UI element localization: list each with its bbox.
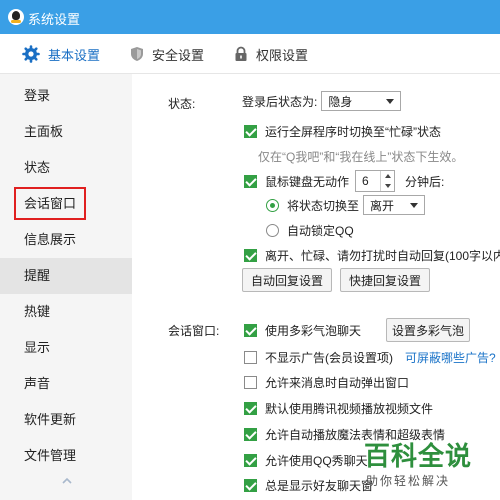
auto-reply-settings-button[interactable]: 自动回复设置 [242, 268, 332, 292]
sidebar-item-software-update[interactable]: 软件更新 [0, 402, 132, 438]
sidebar-item-label: 信息展示 [24, 232, 77, 247]
tab-permission-settings[interactable]: 权限设置 [234, 34, 308, 74]
sidebar-item-main-panel[interactable]: 主面板 [0, 114, 132, 150]
always-show-chat-row[interactable]: 总是显示好友聊天窗 [244, 477, 373, 494]
switch-status-row: 将状态切换至 离开 [266, 195, 426, 215]
hide-ads-row[interactable]: 不显示广告(会员设置项) 可屏蔽哪些广告? [244, 349, 496, 366]
sidebar-item-label: 会话窗口 [14, 187, 87, 220]
tab-security-settings[interactable]: 安全设置 [130, 34, 204, 74]
after-login-status-select[interactable]: 隐身 [321, 91, 402, 111]
auto-lock-radio[interactable] [266, 224, 279, 237]
qq-logo-icon [8, 9, 24, 25]
idle-row: 鼠标键盘无动作 6 分钟后: [244, 170, 444, 192]
title-bar: 系统设置 [0, 0, 500, 34]
always-show-chat-checkbox[interactable] [244, 479, 257, 492]
watermark: 百科全说 助你轻松解决 [362, 436, 492, 492]
sidebar-item-label: 主面板 [24, 124, 64, 139]
sidebar-item-sound[interactable]: 声音 [0, 366, 132, 402]
after-login-status-value: 隐身 [328, 94, 353, 109]
sidebar-item-display[interactable]: 显示 [0, 330, 132, 366]
sidebar-item-label: 登录 [24, 88, 51, 103]
auto-lock-label: 自动锁定QQ [287, 224, 354, 238]
settings-sidebar: 登录 主面板 状态 会话窗口 信息展示 提醒 热键 显示 声音 软件更新 文件管… [0, 74, 132, 500]
qq-show-row[interactable]: 允许使用QQ秀聊天 [244, 452, 368, 469]
auto-reply-checkbox[interactable] [244, 249, 257, 262]
sidebar-item-status[interactable]: 状态 [0, 150, 132, 186]
sidebar-item-label: 状态 [24, 160, 51, 175]
lock-icon [234, 46, 248, 62]
auto-reply-row[interactable]: 离开、忙碌、请勿打扰时自动回复(100字以内 [244, 247, 500, 264]
tencent-video-label: 默认使用腾讯视频播放视频文件 [265, 402, 434, 416]
auto-reply-label: 离开、忙碌、请勿打扰时自动回复(100字以内 [265, 249, 500, 263]
colorful-bubble-label: 使用多彩气泡聊天 [265, 324, 362, 338]
tencent-video-row[interactable]: 默认使用腾讯视频播放视频文件 [244, 400, 433, 417]
gear-icon [22, 45, 40, 63]
magic-emoji-checkbox[interactable] [244, 428, 257, 441]
ad-block-link[interactable]: 可屏蔽哪些广告? [405, 349, 496, 366]
fullscreen-busy-row[interactable]: 运行全屏程序时切换至“忙碌”状态 [244, 123, 441, 140]
sidebar-item-login[interactable]: 登录 [0, 78, 132, 114]
chevron-down-icon [386, 98, 395, 104]
hide-ads-checkbox[interactable] [244, 351, 257, 364]
sidebar-item-label: 热键 [24, 304, 51, 319]
sidebar-item-label: 软件更新 [24, 412, 77, 427]
sidebar-item-label: 提醒 [24, 268, 51, 283]
tab-bar: 基本设置 安全设置 权限设置 [0, 34, 500, 74]
idle-label: 鼠标键盘无动作 [265, 174, 350, 189]
always-show-chat-label: 总是显示好友聊天窗 [265, 479, 374, 493]
qq-show-checkbox[interactable] [244, 454, 257, 467]
tab-basic-label: 基本设置 [48, 47, 101, 63]
quick-reply-settings-button[interactable]: 快捷回复设置 [340, 268, 430, 292]
auto-popup-checkbox[interactable] [244, 376, 257, 389]
sidebar-item-chat-window[interactable]: 会话窗口 [0, 186, 132, 222]
hide-ads-label: 不显示广告(会员设置项) [265, 351, 393, 365]
fullscreen-busy-label: 运行全屏程序时切换至“忙碌”状态 [265, 125, 441, 139]
tab-permission-label: 权限设置 [256, 47, 309, 63]
tencent-video-checkbox[interactable] [244, 402, 257, 415]
fullscreen-hint-text: 仅在“Q我吧”和“我在线上”状态下生效。 [258, 150, 464, 164]
auto-popup-label: 允许来消息时自动弹出窗口 [265, 376, 410, 390]
auto-lock-row[interactable]: 自动锁定QQ [266, 222, 354, 239]
auto-popup-row[interactable]: 允许来消息时自动弹出窗口 [244, 374, 409, 391]
switch-status-select[interactable]: 离开 [363, 195, 426, 215]
bubble-settings-button[interactable]: 设置多彩气泡 [386, 318, 470, 342]
fullscreen-busy-checkbox[interactable] [244, 125, 257, 138]
switch-status-label: 将状态切换至 [287, 198, 360, 213]
tab-security-label: 安全设置 [152, 47, 205, 63]
chevron-up-icon[interactable] [62, 476, 72, 486]
switch-status-radio[interactable] [266, 198, 279, 212]
after-login-label: 登录后状态为: [242, 94, 318, 109]
watermark-brand: 百科全说 [364, 441, 473, 471]
tab-basic-settings[interactable]: 基本设置 [22, 34, 100, 74]
switch-status-value: 离开 [370, 198, 395, 213]
sidebar-item-label: 显示 [24, 340, 51, 355]
idle-minutes-value[interactable]: 6 [356, 174, 380, 188]
sidebar-item-label: 声音 [24, 376, 51, 391]
shield-icon [130, 46, 144, 62]
chat-section-label: 会话窗口: [168, 324, 220, 338]
idle-minutes-stepper[interactable]: 6 [355, 170, 396, 192]
window-title: 系统设置 [28, 12, 81, 27]
idle-checkbox[interactable] [244, 174, 257, 188]
idle-suffix: 分钟后: [405, 174, 445, 189]
sidebar-item-info-display[interactable]: 信息展示 [0, 222, 132, 258]
sidebar-item-file-management[interactable]: 文件管理 [0, 438, 132, 474]
sidebar-item-label: 文件管理 [24, 448, 77, 463]
stepper-up-icon[interactable] [384, 174, 391, 178]
after-login-status-row: 登录后状态为: 隐身 [242, 91, 402, 111]
sidebar-item-hotkeys[interactable]: 热键 [0, 294, 132, 330]
watermark-subtitle: 助你轻松解决 [366, 474, 451, 488]
colorful-bubble-row[interactable]: 使用多彩气泡聊天 [244, 322, 361, 339]
chevron-down-icon [410, 202, 419, 208]
fullscreen-hint: 仅在“Q我吧”和“我在线上”状态下生效。 [258, 148, 463, 165]
colorful-bubble-checkbox[interactable] [244, 324, 257, 337]
status-section-label: 状态: [168, 97, 196, 111]
qq-show-label: 允许使用QQ秀聊天 [265, 454, 368, 468]
sidebar-item-reminder[interactable]: 提醒 [0, 258, 132, 294]
stepper-down-icon[interactable] [384, 184, 391, 188]
